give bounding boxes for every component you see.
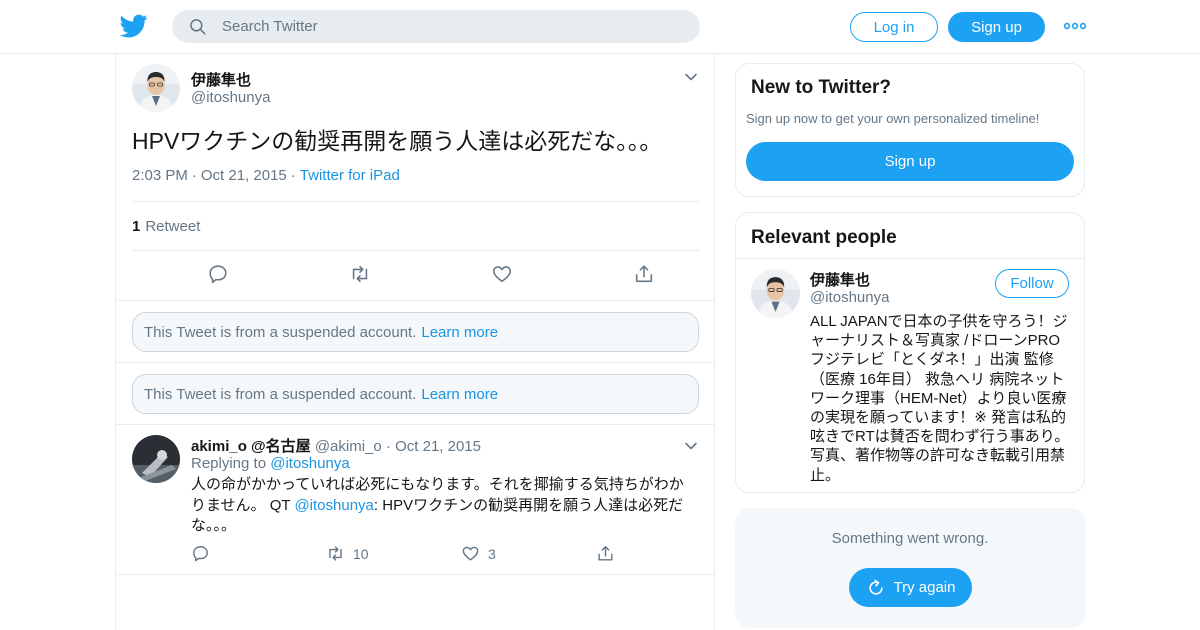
share-button[interactable] <box>596 544 615 563</box>
search-input[interactable] <box>222 18 662 35</box>
error-message: Something went wrong. <box>831 530 989 547</box>
tweet-source-link[interactable]: Twitter for iPad <box>300 167 400 184</box>
try-again-button[interactable]: Try again <box>849 568 972 607</box>
author-name[interactable]: 伊藤隼也 <box>191 69 251 90</box>
reply-text: 人の命がかかっていれば必死にもなります。それを揶揄する気持ちがわかりません。 Q… <box>191 475 696 537</box>
reply-icon[interactable] <box>207 263 229 285</box>
card-title: New to Twitter? <box>751 77 892 98</box>
share-icon[interactable] <box>633 263 655 285</box>
reply-date[interactable]: Oct 21, 2015 <box>395 438 481 455</box>
follow-button[interactable]: Follow <box>995 269 1069 298</box>
suspended-tweet-row: This Tweet is from a suspended account. L… <box>116 363 714 425</box>
top-navigation-bar: Log in Sign up <box>0 0 1200 54</box>
reply-icon <box>193 546 208 562</box>
mention-link[interactable]: @itoshunya <box>294 497 373 514</box>
tweet-time[interactable]: 2:03 PM <box>132 167 188 184</box>
reply-author-name[interactable]: akimi_o @名古屋 <box>191 438 311 455</box>
try-again-label: Try again <box>893 579 956 596</box>
replying-to-label: Replying to <box>191 455 267 472</box>
twitter-bird-logo-icon[interactable] <box>120 12 148 40</box>
avatar[interactable] <box>132 435 180 483</box>
retweet-icon[interactable] <box>349 263 371 285</box>
tweet-metadata: 2:03 PM · Oct 21, 2015 · Twitter for iPad <box>132 167 400 184</box>
learn-more-link[interactable]: Learn more <box>421 324 498 341</box>
search-bar[interactable] <box>172 10 700 43</box>
retweet-icon <box>329 546 342 561</box>
retweet-count-label[interactable]: Retweet <box>145 218 200 235</box>
reply-tweet[interactable]: akimi_o @名古屋 @akimi_o · Oct 21, 2015 Rep… <box>116 425 714 575</box>
error-card: Something went wrong. Try again <box>735 508 1085 628</box>
retweet-button[interactable]: 10 <box>326 544 369 563</box>
divider <box>736 258 1084 259</box>
author-handle[interactable]: @itoshunya <box>191 89 270 106</box>
new-to-twitter-card: New to Twitter? Sign up now to get your … <box>735 63 1085 197</box>
tweet-actions <box>132 260 700 290</box>
log-in-button[interactable]: Log in <box>850 12 938 42</box>
person-name[interactable]: 伊藤隼也 <box>810 269 870 290</box>
avatar[interactable] <box>751 269 800 318</box>
chevron-down-icon[interactable] <box>684 441 698 451</box>
suspended-tweet-row: This Tweet is from a suspended account. L… <box>116 301 714 363</box>
replying-to-line: Replying to @itoshunya <box>191 455 350 472</box>
relevant-people-card: Relevant people 伊藤隼也 @itoshunya Follow A… <box>735 212 1085 493</box>
like-icon <box>462 546 479 561</box>
reply-actions: 10 3 <box>191 544 691 566</box>
search-icon <box>190 18 206 34</box>
tweet-text: HPVワクチンの勧奨再開を願う人達は必死だな。。。 <box>132 128 663 154</box>
suspended-notice-text: This Tweet is from a suspended account. <box>144 323 417 341</box>
card-title: Relevant people <box>751 227 897 248</box>
like-count: 3 <box>488 545 496 562</box>
suspended-tweet-notice: This Tweet is from a suspended account. L… <box>132 374 699 414</box>
timeline-column: 伊藤隼也 @itoshunya HPVワクチンの勧奨再開を願う人達は必死だな。。… <box>115 54 715 630</box>
separator-dot: · <box>385 438 391 455</box>
suspended-notice-text: This Tweet is from a suspended account. <box>144 385 417 403</box>
retweet-count: 10 <box>353 545 369 562</box>
tweet-date[interactable]: Oct 21, 2015 <box>201 167 287 184</box>
refresh-icon <box>868 579 883 595</box>
avatar[interactable] <box>132 64 180 112</box>
reply-header: akimi_o @名古屋 @akimi_o · Oct 21, 2015 <box>191 435 481 456</box>
person-handle[interactable]: @itoshunya <box>810 289 889 306</box>
separator-dot: · <box>290 167 296 184</box>
replying-to-mention[interactable]: @itoshunya <box>270 455 349 472</box>
suspended-tweet-notice: This Tweet is from a suspended account. L… <box>132 312 699 352</box>
chevron-down-icon[interactable] <box>684 72 698 82</box>
like-icon[interactable] <box>491 263 513 285</box>
tweet-stats: 1 Retweet <box>132 201 700 251</box>
card-subtitle: Sign up now to get your own personalized… <box>746 111 1040 126</box>
main-tweet: 伊藤隼也 @itoshunya HPVワクチンの勧奨再開を願う人達は必死だな。。… <box>116 54 714 301</box>
retweet-count: 1 <box>132 217 141 235</box>
sign-up-button[interactable]: Sign up <box>948 12 1045 42</box>
sidebar-sign-up-button[interactable]: Sign up <box>746 142 1074 181</box>
separator-dot: · <box>191 167 197 184</box>
like-button[interactable]: 3 <box>461 544 496 563</box>
reply-button[interactable] <box>191 544 210 563</box>
reply-author-handle[interactable]: @akimi_o <box>315 438 382 455</box>
learn-more-link[interactable]: Learn more <box>421 386 498 403</box>
share-icon <box>598 546 613 561</box>
person-bio: ALL JAPANで日本の子供を守ろう！ジャーナリスト＆写真家 /ドローンPRO… <box>810 313 1070 484</box>
more-options-icon[interactable] <box>1064 20 1086 32</box>
